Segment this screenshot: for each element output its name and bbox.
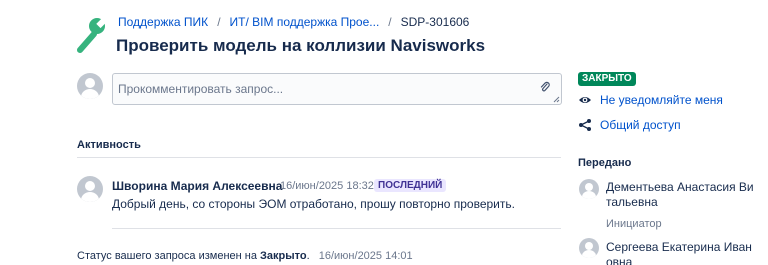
eye-icon [579,97,591,103]
wrench-logo-icon [77,17,106,53]
status-change-date: 16/июн/2025 14:01 [318,250,413,262]
participant-avatar [579,179,599,199]
activity-heading: Активность [77,139,141,151]
share-icon [579,119,591,131]
breadcrumb-link-queue[interactable]: ИТ/ BIM поддержка Прое... [230,15,380,29]
comment-divider [112,228,561,229]
breadcrumb-issue-key: SDP-301606 [400,15,470,29]
share-link[interactable]: Общий доступ [600,118,681,132]
breadcrumb-separator: / [388,15,392,29]
page-title: Проверить модель на коллизии Navisworks [116,36,486,55]
comment-placeholder: Прокомментировать запрос... [118,82,284,96]
comment-text: Добрый день, со стороны ЭОМ отработано, … [112,197,515,211]
resize-handle-icon[interactable] [553,96,560,103]
status-change-prefix: Статус вашего запроса изменен на [77,250,257,262]
comment-date[interactable]: 16/июн/2025 18:32 [280,180,374,192]
breadcrumb: Поддержка ПИК / ИТ/ BIM поддержка Прое..… [118,15,469,29]
status-badge: ЗАКРЫТО [578,72,636,86]
participant-role: Инициатор [606,218,662,230]
participant-name[interactable]: Дементьева Анастасия Ви тальевна [606,180,768,210]
latest-badge: ПОСЛЕДНИЙ [374,179,447,192]
status-change-entry: Статус вашего запроса изменен на Закрыто… [77,250,413,262]
breadcrumb-separator: / [217,15,221,29]
shared-with-heading: Передано [578,157,632,169]
comment-input[interactable]: Прокомментировать запрос... [112,73,562,105]
status-change-suffix: . [306,250,310,262]
participant-name[interactable]: Сергеева Екатерина Иван овна [606,240,768,265]
participant-avatar [579,238,599,258]
breadcrumb-link-project[interactable]: Поддержка ПИК [118,15,208,29]
paperclip-icon[interactable] [539,81,551,93]
status-change-value: Закрыто [260,250,307,262]
comment-author-avatar [77,176,103,202]
current-user-avatar [77,73,103,99]
activity-divider [77,157,561,158]
unwatch-link[interactable]: Не уведомляйте меня [600,93,723,107]
comment-author[interactable]: Шворина Мария Алексеевна [112,179,282,193]
